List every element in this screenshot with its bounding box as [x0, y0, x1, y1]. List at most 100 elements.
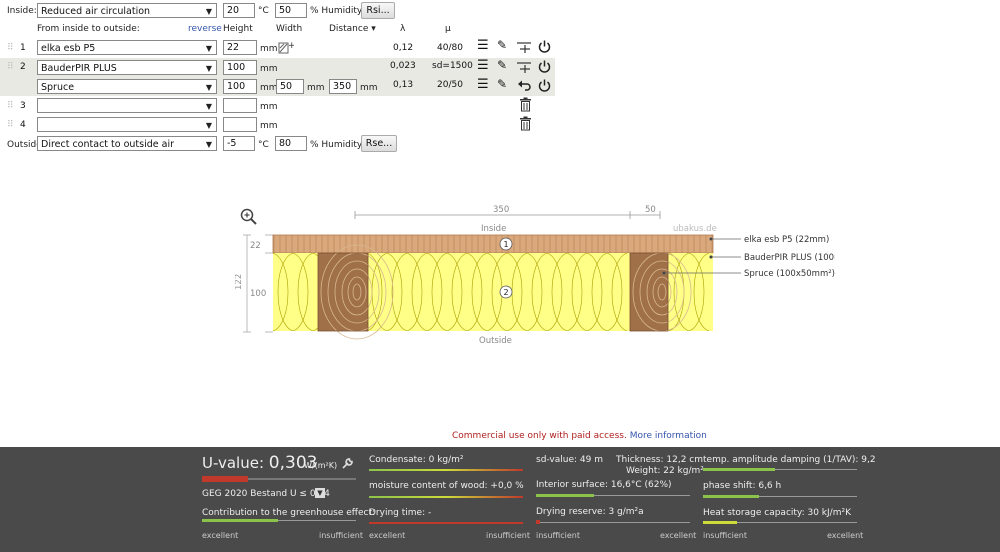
chevron-down-icon: ▼ — [205, 121, 212, 130]
condensate-bar — [369, 469, 523, 471]
power-icon[interactable] — [537, 78, 552, 93]
timber-distance-input[interactable]: 350 — [329, 79, 357, 94]
layer-index: 4 — [20, 120, 26, 130]
inside-temp-unit: °C — [258, 6, 269, 16]
drying-time-bar — [369, 522, 523, 524]
condensate-label: Condensate: 0 kg/m² — [369, 455, 464, 465]
layer-3-height-input[interactable] — [223, 98, 257, 113]
edit-pencil-icon[interactable]: ✎ — [497, 77, 507, 91]
amplitude-bar — [703, 468, 775, 471]
layer-1-height-input[interactable]: 22 — [223, 40, 257, 55]
results-panel: U-value: 0,303 W/(m²K) GEG 2020 Bestand … — [0, 447, 1000, 552]
layer-2-material-select[interactable]: BauderPIR PLUS ▼ — [37, 60, 217, 75]
power-icon[interactable] — [537, 39, 552, 54]
layer-2-height-input[interactable]: 100 — [223, 60, 257, 75]
insulation-height-label: 100 — [250, 289, 266, 299]
layer-marker-2-label: 2 — [504, 288, 509, 297]
drag-handle-icon[interactable]: ⠿ — [7, 119, 14, 131]
menu-icon[interactable]: ☰ — [477, 77, 489, 92]
timber-width-input[interactable]: 50 — [276, 79, 304, 94]
scale-insufficient: insufficient — [536, 531, 581, 540]
distance-header[interactable]: Distance ▾ — [329, 23, 376, 35]
layer-index: 2 — [20, 62, 26, 72]
greenhouse-label: Contribution to the greenhouse effect: — [202, 508, 376, 518]
callout-timber: Spruce (100x50mm²) — [744, 269, 835, 279]
dropdown-icon[interactable]: ▼ — [315, 488, 325, 498]
layer-mu: 20/50 — [437, 80, 463, 90]
drag-handle-icon[interactable]: ⠿ — [7, 100, 14, 112]
drying-reserve-scale — [536, 522, 690, 523]
drag-handle-icon[interactable]: ⠿ — [7, 61, 14, 73]
inside-condition-select[interactable]: Reduced air circulation ▼ — [37, 3, 217, 18]
scale-excellent: excellent — [202, 531, 239, 540]
rsi-button[interactable]: Rsi... — [361, 2, 395, 19]
layer-index: 3 — [20, 101, 26, 111]
timber-height-input[interactable]: 100 — [223, 79, 257, 94]
zoom-in-icon[interactable] — [240, 208, 258, 226]
notice-text: Commercial use only with paid access. — [452, 431, 627, 441]
drying-time-label: Drying time: - — [369, 508, 432, 518]
edit-pencil-icon[interactable]: ✎ — [497, 58, 507, 72]
total-height-label: 122 — [235, 274, 244, 290]
add-layer-icon[interactable] — [516, 60, 532, 74]
layer-material-value: Spruce — [41, 82, 75, 93]
inside-side-label: Inside — [481, 224, 506, 234]
dimension-50: 50 — [645, 205, 656, 215]
drying-reserve-bar — [536, 520, 540, 524]
inside-humidity-input[interactable]: 50 — [275, 3, 307, 18]
lambda-header: λ — [400, 24, 406, 34]
thickness-label: Thickness: 12,2 cm — [616, 455, 703, 465]
scale-excellent: excellent — [660, 531, 697, 540]
unit-label: mm — [260, 83, 278, 93]
outside-humidity-input[interactable]: 80 — [275, 136, 307, 151]
outside-temp-input[interactable]: -5 — [223, 136, 255, 151]
phase-shift-label: phase shift: 6,6 h — [703, 481, 782, 491]
watermark: ubakus.de — [673, 224, 717, 234]
layer-4-height-input[interactable] — [223, 117, 257, 132]
unit-label: mm — [307, 83, 325, 93]
unit-label: mm — [260, 44, 278, 54]
outside-condition-select[interactable]: Direct contact to outside air ▼ — [37, 136, 217, 151]
chevron-down-icon: ▼ — [205, 102, 212, 111]
trash-icon[interactable] — [519, 116, 532, 131]
undo-arrow-icon[interactable] — [517, 78, 532, 93]
geg-requirement: GEG 2020 Bestand U ≤ 0.24 — [202, 489, 330, 499]
layer-1-material-select[interactable]: elka esb P5 ▼ — [37, 40, 217, 55]
commercial-notice: Commercial use only with paid access. Mo… — [452, 431, 707, 441]
power-icon[interactable] — [537, 59, 552, 74]
layer-2-timber-select[interactable]: Spruce ▼ — [37, 79, 217, 94]
mu-header: μ — [445, 24, 451, 34]
layer-4-material-select[interactable]: ▼ — [37, 117, 217, 132]
scale-insufficient: insufficient — [703, 531, 748, 540]
interior-surface-bar — [536, 494, 594, 497]
inside-temp-input[interactable]: 20 — [223, 3, 255, 18]
menu-icon[interactable]: ☰ — [477, 38, 489, 53]
moisture-label: moisture content of wood: +0,0 % — [369, 481, 524, 491]
outside-side-label: Outside — [479, 336, 512, 346]
rse-button[interactable]: Rse... — [361, 135, 397, 152]
callout-insulation: BauderPIR PLUS (100mm) — [744, 253, 835, 263]
u-value-bar — [202, 476, 248, 482]
layer-lambda: 0,023 — [390, 61, 416, 71]
layer-mu: sd=1500 — [432, 61, 473, 71]
height-header: Height — [223, 24, 253, 34]
add-timber-icon[interactable]: + — [278, 40, 294, 55]
scale-insufficient: insufficient — [486, 531, 531, 540]
outside-temp-unit: °C — [258, 140, 269, 150]
wrench-icon[interactable] — [341, 457, 354, 470]
more-info-link[interactable]: More information — [630, 431, 707, 441]
menu-icon[interactable]: ☰ — [477, 58, 489, 73]
add-layer-icon[interactable] — [516, 40, 532, 54]
board-layer — [272, 234, 714, 254]
heat-storage-bar — [703, 521, 737, 524]
callout-board: elka esb P5 (22mm) — [744, 235, 829, 245]
reverse-link[interactable]: reverse — [188, 23, 222, 35]
layer-3-material-select[interactable]: ▼ — [37, 98, 217, 113]
moisture-bar — [369, 496, 523, 498]
cross-section-drawing: 350 50 Inside ubakus.de 122 22 100 1 2 e… — [235, 205, 835, 346]
drag-handle-icon[interactable]: ⠿ — [7, 42, 14, 54]
scale-insufficient: insufficient — [319, 531, 364, 540]
trash-icon[interactable] — [519, 97, 532, 112]
edit-pencil-icon[interactable]: ✎ — [497, 38, 507, 52]
layer-mu: 40/80 — [437, 43, 463, 53]
